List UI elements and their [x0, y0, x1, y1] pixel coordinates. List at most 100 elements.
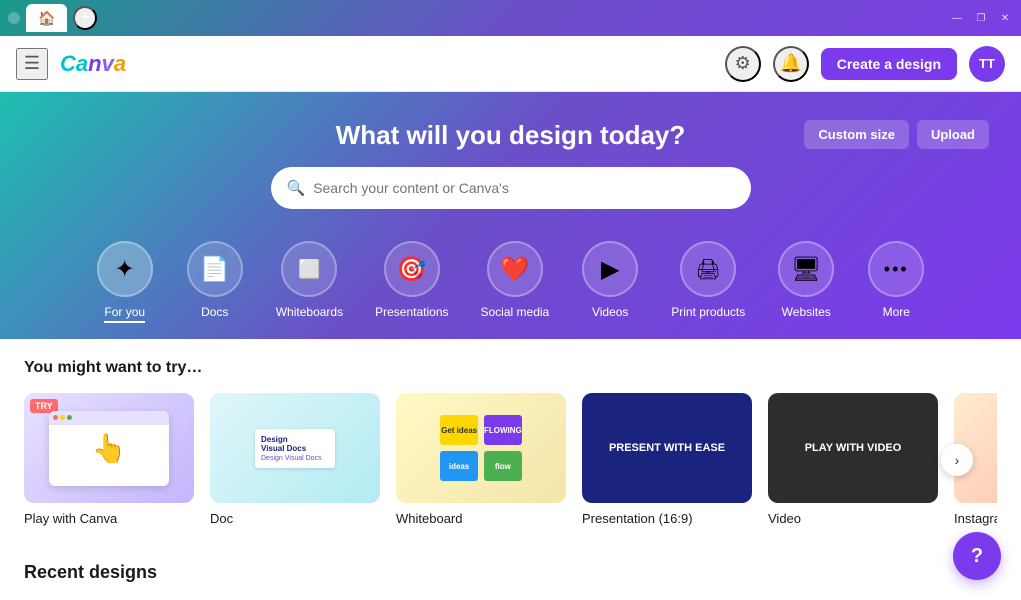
wb-sticky-1: Get ideas [440, 415, 478, 445]
presentation-thumb-text: PRESENT WITH EASE [609, 442, 725, 454]
whiteboard-title: Whiteboard [396, 511, 566, 526]
settings-button[interactable]: ⚙ [725, 46, 761, 82]
play-with-canva-thumb: TRY 👆 [24, 393, 194, 503]
app-shell: ☰ Canva ⚙ 🔔 Create a design TT Custom si… [0, 36, 1021, 600]
category-docs[interactable]: 📄 Docs [170, 233, 260, 339]
wb-visual: Get ideas FLOWING ideas flow [428, 403, 534, 493]
category-whiteboards[interactable]: ⬜ Whiteboards [260, 233, 359, 339]
upload-button[interactable]: Upload [917, 120, 989, 149]
dot-red [53, 415, 58, 420]
help-button[interactable]: ? [953, 532, 1001, 580]
for-you-icon: ✦ [97, 241, 153, 297]
card-presentation[interactable]: PRESENT WITH EASE Presentation (16:9) [582, 393, 752, 526]
search-input[interactable] [313, 180, 734, 196]
presentations-icon: 🎯 [384, 241, 440, 297]
print-products-icon: 🖨 [680, 241, 736, 297]
social-media-label: Social media [481, 305, 550, 319]
try-section: You might want to try… TRY [0, 339, 1021, 546]
video-title: Video [768, 511, 938, 526]
header: ☰ Canva ⚙ 🔔 Create a design TT [0, 36, 1021, 92]
instagram-title: Instagram Post (S [954, 511, 997, 526]
avatar[interactable]: TT [969, 46, 1005, 82]
hamburger-button[interactable]: ☰ [16, 48, 48, 80]
presentation-title: Presentation (16:9) [582, 511, 752, 526]
doc-page-sub: Design Visual Docs [261, 455, 329, 462]
print-products-label: Print products [671, 305, 745, 319]
recent-section: Recent designs [0, 546, 1021, 599]
logo-text: Canva [60, 51, 126, 77]
cards-row: TRY 👆 [24, 393, 997, 526]
doc-title: Doc [210, 511, 380, 526]
search-icon: 🔍 [287, 179, 306, 197]
more-icon: ••• [868, 241, 924, 297]
logo[interactable]: Canva [60, 51, 126, 77]
wb-sticky-3: ideas [440, 451, 478, 481]
categories-row: ✦ For you 📄 Docs ⬜ Whiteboards 🎯 Present… [20, 233, 1001, 339]
whiteboards-icon: ⬜ [281, 241, 337, 297]
for-you-label: For you [104, 305, 145, 323]
cards-container: TRY 👆 [24, 393, 997, 526]
whiteboards-label: Whiteboards [276, 305, 343, 319]
social-media-icon: ❤️ [487, 241, 543, 297]
dot-yellow [60, 415, 65, 420]
doc-page-title: DesignVisual Docs [261, 435, 329, 453]
main-content: Custom size Upload What will you design … [0, 92, 1021, 600]
video-thumb-text: PLAY WITH VIDEO [805, 442, 902, 454]
window-controls: — ❐ ✕ [949, 10, 1013, 26]
cards-next-button[interactable]: › [941, 444, 973, 476]
wb-sticky-4: flow [484, 451, 522, 481]
try-section-title: You might want to try… [24, 359, 997, 377]
videos-label: Videos [592, 305, 628, 319]
category-more[interactable]: ••• More [851, 233, 941, 339]
websites-label: Websites [782, 305, 831, 319]
play-thumb-bg: TRY 👆 [24, 393, 194, 503]
new-tab-button[interactable]: + [73, 6, 97, 30]
close-button[interactable]: ✕ [997, 10, 1013, 26]
docs-icon: 📄 [187, 241, 243, 297]
card-whiteboard[interactable]: Get ideas FLOWING ideas flow Whiteboard [396, 393, 566, 526]
hero-actions: Custom size Upload [804, 120, 989, 149]
category-videos[interactable]: ▶ Videos [565, 233, 655, 339]
category-websites[interactable]: 🖥 Websites [761, 233, 851, 339]
active-tab[interactable]: 🏠 [26, 4, 67, 32]
video-thumb-bg: PLAY WITH VIDEO [768, 393, 938, 503]
category-for-you[interactable]: ✦ For you [80, 233, 170, 339]
presentations-label: Presentations [375, 305, 448, 319]
videos-icon: ▶ [582, 241, 638, 297]
create-design-button[interactable]: Create a design [821, 48, 957, 80]
doc-page: DesignVisual Docs Design Visual Docs [255, 429, 335, 468]
search-bar[interactable]: 🔍 [271, 167, 751, 209]
dots-icon [8, 12, 20, 24]
titlebar-controls [8, 12, 20, 24]
card-doc[interactable]: DesignVisual Docs Design Visual Docs Doc [210, 393, 380, 526]
doc-thumb-bg: DesignVisual Docs Design Visual Docs [210, 393, 380, 503]
more-label: More [883, 305, 910, 319]
video-thumb: PLAY WITH VIDEO [768, 393, 938, 503]
doc-visual: DesignVisual Docs Design Visual Docs [247, 421, 343, 476]
play-with-canva-title: Play with Canva [24, 511, 194, 526]
recent-designs-title: Recent designs [24, 562, 157, 583]
header-actions: ⚙ 🔔 Create a design TT [725, 46, 1005, 82]
whiteboard-thumb: Get ideas FLOWING ideas flow [396, 393, 566, 503]
docs-label: Docs [201, 305, 228, 319]
category-presentations[interactable]: 🎯 Presentations [359, 233, 464, 339]
maximize-button[interactable]: ❐ [973, 10, 989, 26]
category-social-media[interactable]: ❤️ Social media [465, 233, 566, 339]
websites-icon: 🖥 [778, 241, 834, 297]
presentation-thumb-bg: PRESENT WITH EASE [582, 393, 752, 503]
dot-green [67, 415, 72, 420]
presentation-thumb: PRESENT WITH EASE [582, 393, 752, 503]
hero-banner: Custom size Upload What will you design … [0, 92, 1021, 339]
titlebar: 🏠 + — ❐ ✕ [0, 0, 1021, 36]
minimize-button[interactable]: — [949, 10, 965, 26]
category-print-products[interactable]: 🖨 Print products [655, 233, 761, 339]
notifications-button[interactable]: 🔔 [773, 46, 809, 82]
whiteboard-thumb-bg: Get ideas FLOWING ideas flow [396, 393, 566, 503]
doc-thumb: DesignVisual Docs Design Visual Docs [210, 393, 380, 503]
hand-cursor-icon: 👆 [92, 432, 127, 465]
play-window-bar [49, 411, 169, 425]
card-video[interactable]: PLAY WITH VIDEO Video [768, 393, 938, 526]
custom-size-button[interactable]: Custom size [804, 120, 909, 149]
wb-sticky-2: FLOWING [484, 415, 522, 445]
card-play-with-canva[interactable]: TRY 👆 [24, 393, 194, 526]
